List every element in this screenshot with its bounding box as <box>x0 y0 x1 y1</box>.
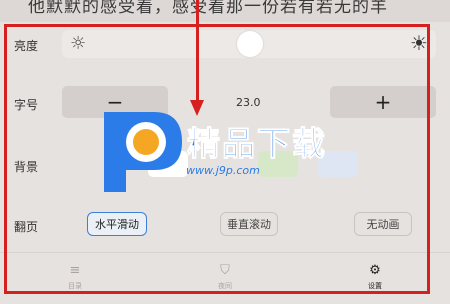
night-shield-icon: ⛉ <box>220 263 230 278</box>
page-turn-vertical-button[interactable]: 垂直滚动 <box>220 212 278 236</box>
sun-low-icon: ☼ <box>70 33 87 54</box>
page-turn-horizontal-button[interactable]: 水平滑动 <box>87 212 147 236</box>
gear-icon: ⚙ <box>369 263 381 278</box>
annotation-arrow-head <box>190 100 204 116</box>
reader-text-line: 他默默的感受着，感受着那一份若有若无的羊 <box>28 0 388 17</box>
tab-catalog-label: 目录 <box>68 282 82 290</box>
tab-night[interactable]: ⛉ 夜间 <box>200 264 250 291</box>
list-icon: ≡ <box>69 263 81 278</box>
tabbar-divider <box>0 252 450 253</box>
tab-catalog[interactable]: ≡ 目录 <box>50 264 100 291</box>
font-increase-button[interactable]: + <box>330 86 436 118</box>
page-turn-label: 翻页 <box>14 220 39 234</box>
watermark-title: 精品下载 <box>187 124 327 164</box>
brightness-slider-handle[interactable] <box>237 31 263 57</box>
page-turn-none-button[interactable]: 无动画 <box>354 212 412 236</box>
font-size-label: 字号 <box>14 98 39 112</box>
font-size-value: 23.0 <box>236 96 261 109</box>
watermark-logo-icon <box>104 112 182 192</box>
background-label: 背景 <box>14 160 39 174</box>
tab-settings[interactable]: ⚙ 设置 <box>350 264 400 291</box>
watermark-url: www.j9p.com <box>186 164 260 177</box>
tab-night-label: 夜间 <box>218 282 232 290</box>
tab-settings-label: 设置 <box>368 282 382 290</box>
brightness-label: 亮度 <box>14 39 39 53</box>
sun-high-icon: ☀ <box>410 31 428 55</box>
annotation-arrow-line <box>196 0 199 100</box>
